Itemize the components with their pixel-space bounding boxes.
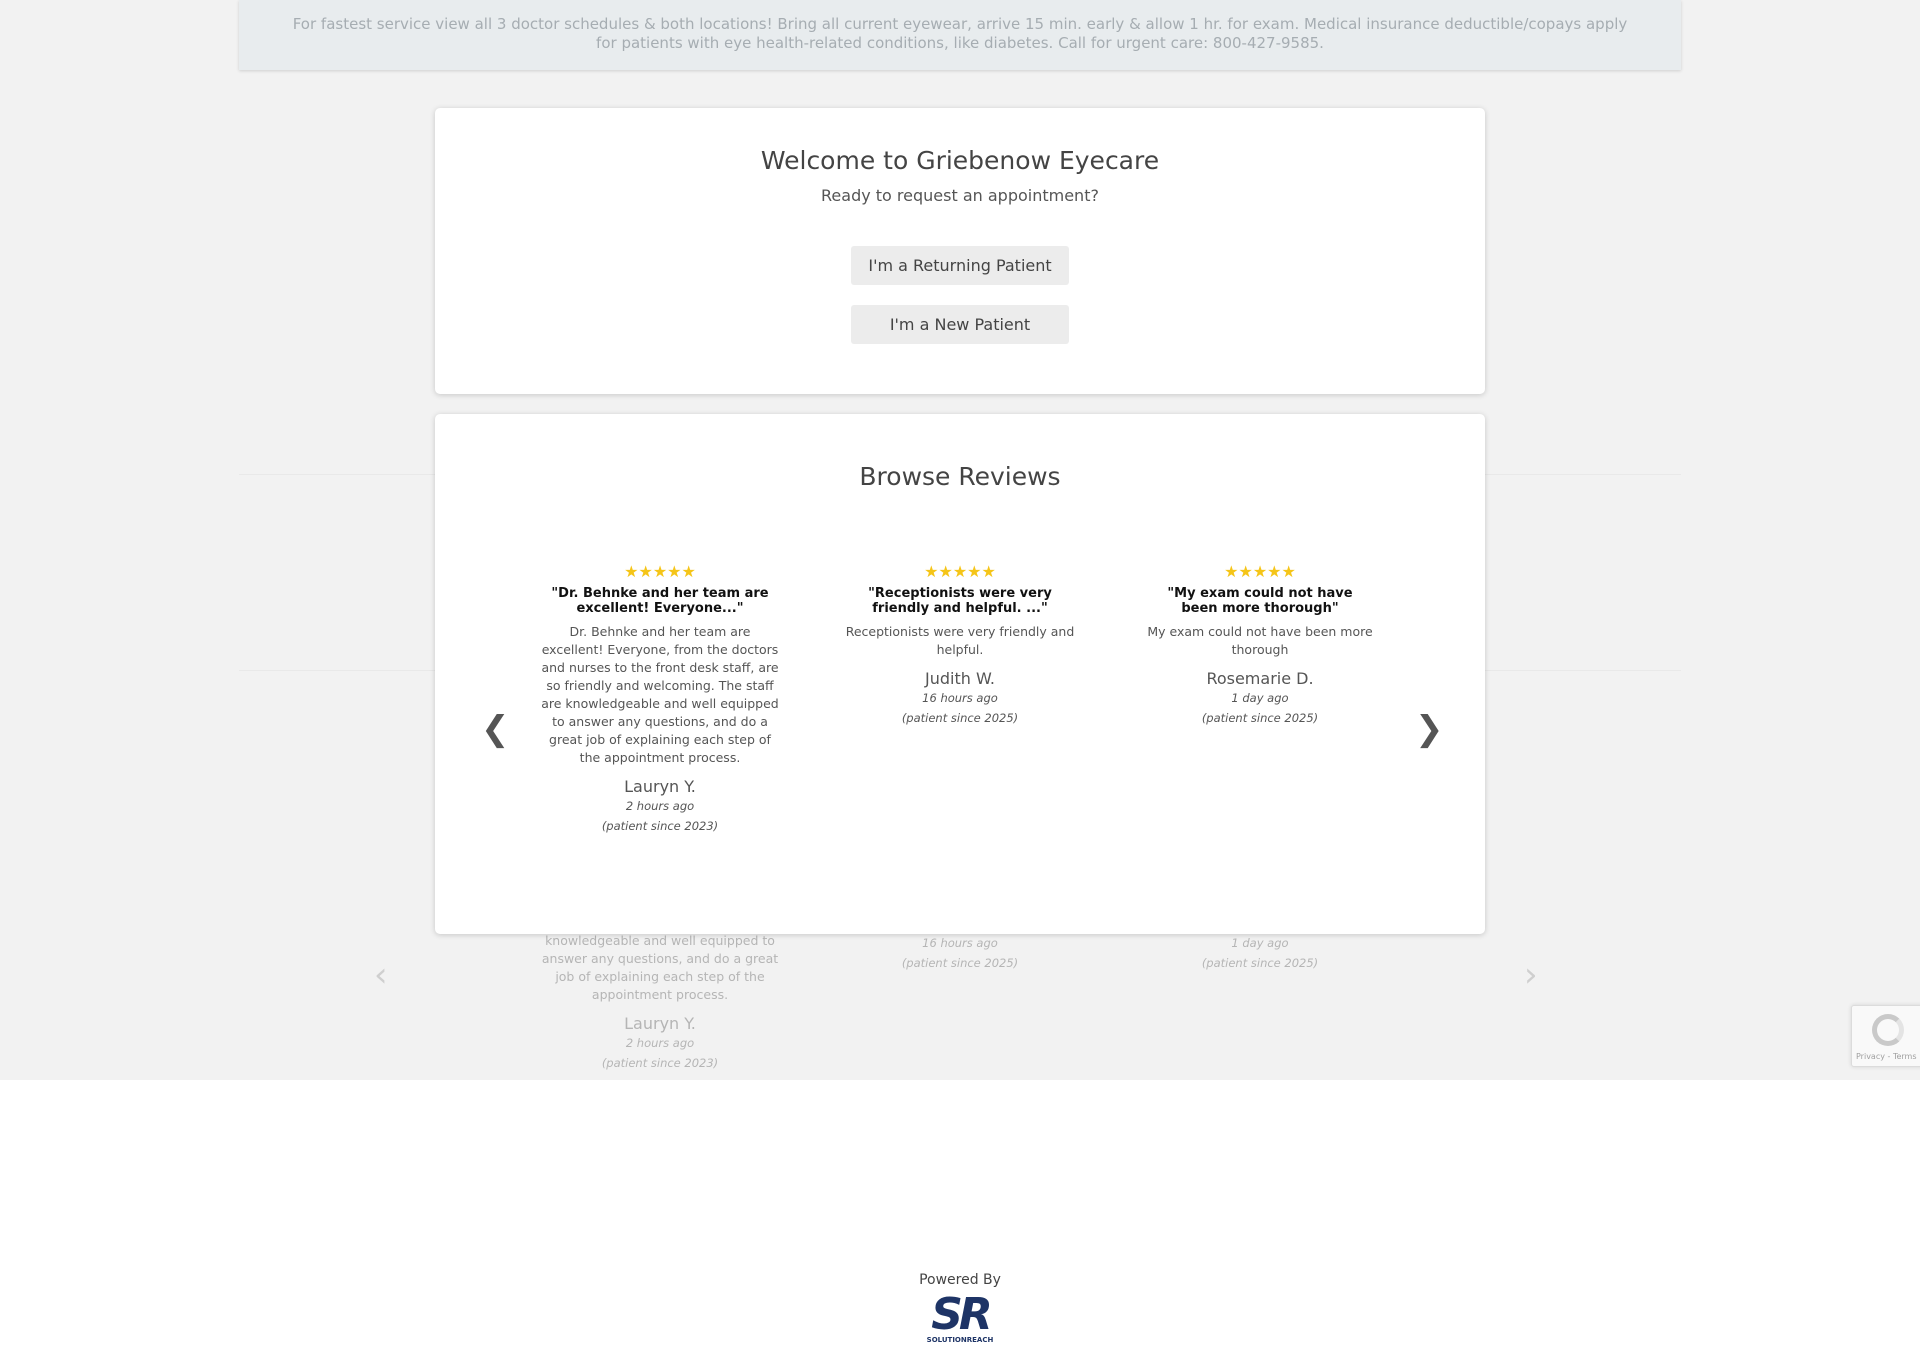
solutionreach-logo-name: SOLUTIONREACH [926,1336,994,1344]
recaptcha-terms: Privacy - Terms [1856,1052,1917,1061]
review-title: "Receptionists were very friendly and he… [868,586,1052,616]
solutionreach-logo-letters: SR [931,1289,993,1340]
review-title: "My exam could not have been more thorou… [1167,586,1353,616]
review-since: (patient since 2023) [601,819,719,833]
star-rating-icon: ★★★★★ [924,562,996,581]
review-body: Dr. Behnke and her team are excellent! E… [541,624,779,765]
notice-banner: For fastest service view all 3 doctor sc… [239,0,1681,70]
review-author: Lauryn Y. [624,777,696,796]
reviews-card: Browse Reviews ❮ ❯ ★★★★★ "Dr. Behnke and… [435,414,1485,934]
review-card: ★★★★★ "Dr. Behnke and her team are excel… [533,562,787,833]
review-author: Judith W. [924,669,996,688]
powered-by-label: Powered By [919,1272,1001,1288]
review-since: (patient since 2025) [901,711,1019,725]
chevron-right-icon[interactable]: ❯ [1415,712,1444,746]
review-title: "Dr. Behnke and her team are excellent! … [551,586,769,616]
recaptcha-badge[interactable]: Privacy - Terms [1851,1005,1920,1067]
welcome-title: Welcome to Griebenow Eyecare [760,146,1160,175]
notice-text: For fastest service view all 3 doctor sc… [292,15,1628,52]
welcome-card: Welcome to Griebenow Eyecare Ready to re… [435,108,1485,394]
star-rating-icon: ★★★★★ [624,562,696,581]
review-card: ★★★★★ "Receptionists were very friendly … [833,562,1087,725]
review-time: 16 hours ago [922,691,998,705]
chevron-left-icon[interactable]: ❮ [481,712,510,746]
solutionreach-logo: SR SOLUTIONREACH [922,1292,998,1348]
star-rating-icon: ★★★★★ [1224,562,1296,581]
returning-patient-button[interactable]: I'm a Returning Patient [851,246,1069,285]
reviews-title: Browse Reviews [859,462,1061,491]
review-author: Rosemarie D. [1206,669,1314,688]
review-time: 2 hours ago [625,799,695,813]
new-patient-button[interactable]: I'm a New Patient [851,305,1069,344]
review-body: Receptionists were very friendly and hel… [845,624,1075,657]
review-since: (patient since 2025) [1201,711,1319,725]
review-card: ★★★★★ "My exam could not have been more … [1133,562,1387,725]
welcome-subtitle: Ready to request an appointment? [821,186,1099,205]
review-time: 1 day ago [1231,691,1289,705]
recaptcha-icon [1872,1014,1904,1046]
review-body: My exam could not have been more thoroug… [1147,624,1373,657]
